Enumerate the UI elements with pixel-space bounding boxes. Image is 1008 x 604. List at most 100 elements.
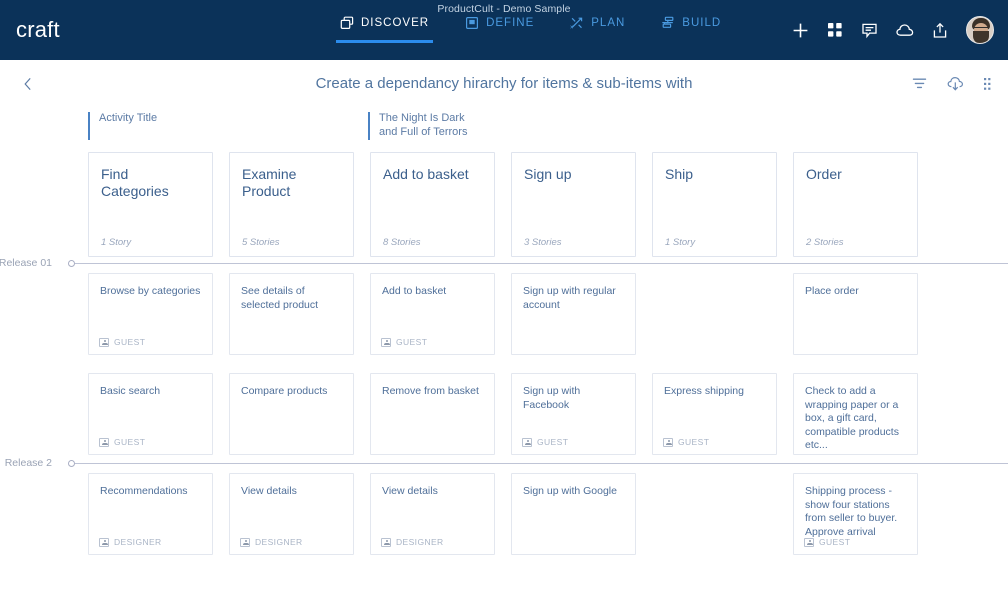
cloud-download-icon[interactable] bbox=[947, 76, 964, 92]
story-card[interactable]: Shipping process - show four stations from… bbox=[793, 473, 918, 555]
story-title-line: Browse by categories bbox=[100, 285, 201, 297]
story-title-line: wrapping paper or a bbox=[805, 398, 899, 411]
persona-label: DESIGNER bbox=[255, 537, 303, 547]
tab-define[interactable]: DEFINE bbox=[447, 16, 552, 43]
story-card[interactable]: Recommendations DESIGNER bbox=[88, 473, 213, 555]
story-card-title: Shipping process - show four stations from… bbox=[805, 485, 908, 539]
story-card[interactable]: View details DESIGNER bbox=[229, 473, 354, 555]
story-card[interactable]: Place order bbox=[793, 273, 918, 355]
story-card[interactable]: See details of selected product bbox=[229, 273, 354, 355]
more-options-icon[interactable] bbox=[984, 77, 992, 91]
sub-header-actions bbox=[912, 76, 992, 92]
story-card[interactable]: Browse by categories GUEST bbox=[88, 273, 213, 355]
story-card-title: See details of selected product bbox=[241, 285, 344, 312]
story-card-title: Express shipping bbox=[664, 385, 767, 399]
story-title-line: Express shipping bbox=[664, 385, 744, 397]
epic-card[interactable]: Examine Product 5 Stories bbox=[229, 152, 354, 257]
epic-card[interactable]: Ship 1 Story bbox=[652, 152, 777, 257]
story-card[interactable]: Sign up with Google bbox=[511, 473, 636, 555]
activity-title-line: The Night Is Dark bbox=[379, 112, 465, 124]
persona-label: DESIGNER bbox=[396, 537, 444, 547]
grid-icon[interactable] bbox=[827, 22, 843, 38]
persona-icon bbox=[804, 537, 814, 547]
tab-plan[interactable]: x PLAN bbox=[552, 16, 643, 43]
epic-title-line: Sign up bbox=[524, 166, 572, 182]
brand-logo[interactable]: craft bbox=[16, 19, 60, 41]
page-sub-header: Create a dependancy hirarchy for items &… bbox=[0, 60, 1008, 108]
epic-card[interactable]: Add to basket 8 Stories bbox=[370, 152, 495, 257]
page-title: Create a dependancy hirarchy for items &… bbox=[315, 75, 693, 92]
share-icon[interactable] bbox=[932, 22, 948, 39]
release-marker-dot[interactable] bbox=[68, 460, 75, 467]
activity-title[interactable]: The Night Is Dark and Full of Terrors bbox=[368, 112, 508, 140]
persona-label: GUEST bbox=[114, 337, 146, 347]
story-card[interactable]: Sign up with Facebook GUEST bbox=[511, 373, 636, 455]
svg-text:x: x bbox=[570, 25, 574, 30]
story-card-title: Sign up with regular account bbox=[523, 285, 626, 312]
epic-title-line: Add to basket bbox=[383, 166, 469, 182]
epic-card[interactable]: Order 2 Stories bbox=[793, 152, 918, 257]
story-persona-badge: DESIGNER bbox=[381, 537, 444, 547]
tab-discover[interactable]: DISCOVER bbox=[322, 16, 447, 43]
epic-story-count: 1 Story bbox=[665, 237, 696, 248]
story-card[interactable]: Add to basket GUEST bbox=[370, 273, 495, 355]
epic-story-count: 2 Stories bbox=[806, 237, 844, 248]
story-card-title: View details bbox=[382, 485, 485, 499]
story-persona-badge: GUEST bbox=[663, 437, 709, 447]
story-title-line: Sign up with regular bbox=[523, 285, 616, 297]
story-title-line: account bbox=[523, 298, 560, 311]
epic-story-count: 3 Stories bbox=[524, 237, 562, 248]
story-title-line: Recommendations bbox=[100, 485, 188, 497]
story-title-line: Sign up with bbox=[523, 385, 581, 397]
persona-icon bbox=[99, 537, 109, 547]
back-icon[interactable] bbox=[18, 74, 38, 94]
story-title-line: Remove from basket bbox=[382, 385, 479, 397]
cloud-icon[interactable] bbox=[896, 23, 914, 38]
story-card[interactable]: Check to add a wrapping paper or a box, a … bbox=[793, 373, 918, 455]
story-title-line: Compare products bbox=[241, 385, 328, 397]
comment-icon[interactable] bbox=[861, 22, 878, 39]
avatar-glasses bbox=[974, 27, 988, 31]
story-card[interactable]: Compare products bbox=[229, 373, 354, 455]
filter-icon[interactable] bbox=[912, 77, 927, 90]
epic-card-title: Find Categories bbox=[101, 166, 202, 200]
story-card-title: View details bbox=[241, 485, 344, 499]
activity-title[interactable]: Activity Title bbox=[88, 112, 353, 140]
epic-story-count: 5 Stories bbox=[242, 237, 280, 248]
story-title-line: show four stations bbox=[805, 498, 890, 511]
story-title-line: Facebook bbox=[523, 398, 570, 411]
story-card-title: Sign up with Google bbox=[523, 485, 626, 499]
story-title-line: selected product bbox=[241, 298, 319, 311]
epic-title-line: Examine bbox=[242, 166, 297, 182]
story-card[interactable]: Express shipping GUEST bbox=[652, 373, 777, 455]
epic-card[interactable]: Find Categories 1 Story bbox=[88, 152, 213, 257]
story-card[interactable]: View details DESIGNER bbox=[370, 473, 495, 555]
story-card[interactable]: Remove from basket bbox=[370, 373, 495, 455]
tab-define-label: DEFINE bbox=[486, 17, 535, 29]
release-marker-dot[interactable] bbox=[68, 260, 75, 267]
story-persona-badge: GUEST bbox=[99, 437, 145, 447]
tab-build[interactable]: BUILD bbox=[643, 16, 739, 43]
story-persona-badge: GUEST bbox=[381, 337, 427, 347]
epic-title-line: Find bbox=[101, 166, 129, 182]
story-persona-badge: GUEST bbox=[804, 537, 850, 547]
persona-icon bbox=[381, 537, 391, 547]
story-map-board[interactable]: Activity Title The Night Is Dark and Full … bbox=[0, 108, 1008, 604]
story-card[interactable]: Sign up with regular account bbox=[511, 273, 636, 355]
story-title-line: Check to add a bbox=[805, 385, 876, 397]
avatar[interactable] bbox=[966, 16, 994, 44]
add-icon[interactable] bbox=[792, 22, 809, 39]
release-label[interactable]: Release 2 bbox=[5, 457, 52, 469]
activity-title-row: Activity Title The Night Is Dark and Full … bbox=[0, 112, 1008, 146]
story-persona-badge: DESIGNER bbox=[240, 537, 303, 547]
release-line bbox=[75, 263, 1008, 264]
activity-title-line: Activity Title bbox=[99, 112, 158, 124]
story-card[interactable]: Basic search GUEST bbox=[88, 373, 213, 455]
epic-card[interactable]: Sign up 3 Stories bbox=[511, 152, 636, 257]
persona-icon bbox=[99, 437, 109, 447]
release-label[interactable]: Release 01 bbox=[0, 257, 52, 269]
epic-title-line: Categories bbox=[101, 183, 169, 199]
document-icon bbox=[465, 16, 479, 30]
epic-card-title: Add to basket bbox=[383, 166, 484, 183]
story-card-title: Place order bbox=[805, 285, 908, 299]
